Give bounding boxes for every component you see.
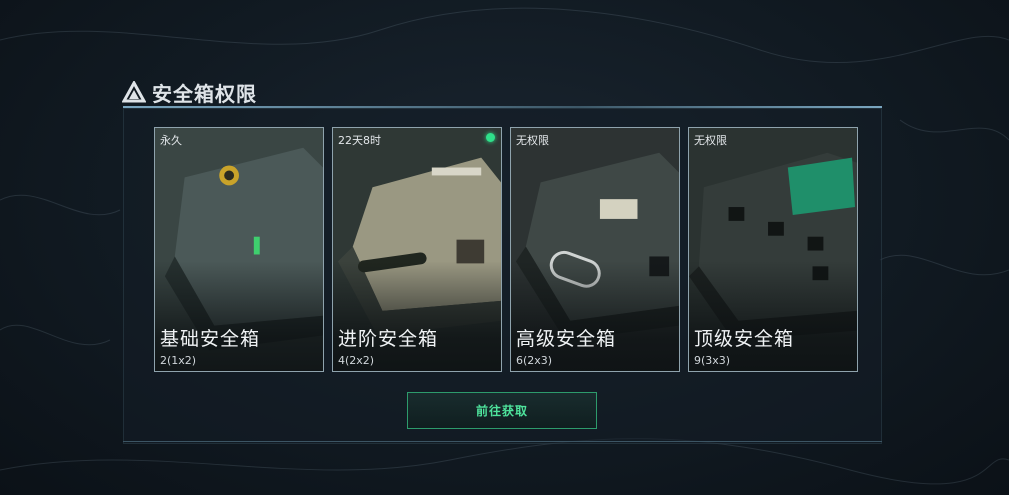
active-indicator-icon [486, 133, 495, 142]
safebox-card-top[interactable]: 无权限 顶级安全箱 9(3x3) [688, 127, 858, 372]
card-status: 无权限 [516, 134, 549, 147]
card-capacity: 9(3x3) [694, 354, 731, 367]
card-capacity: 4(2x2) [338, 354, 375, 367]
card-title: 顶级安全箱 [694, 328, 795, 350]
safebox-card-basic[interactable]: 永久 基础安全箱 2(1x2) [154, 127, 324, 372]
card-title: 进阶安全箱 [338, 328, 439, 350]
go-obtain-button[interactable]: 前往获取 [407, 392, 597, 429]
safebox-card-advanced[interactable]: 22天8时 进阶安全箱 4(2x2) [332, 127, 502, 372]
panel-bottom-divider [123, 441, 882, 442]
card-capacity: 6(2x3) [516, 354, 553, 367]
card-title: 基础安全箱 [160, 328, 261, 350]
safebox-card-premium[interactable]: 无权限 高级安全箱 6(2x3) [510, 127, 680, 372]
card-status: 无权限 [694, 134, 727, 147]
page-title: 安全箱权限 [152, 81, 257, 106]
card-title: 高级安全箱 [516, 328, 617, 350]
warning-triangle-icon [122, 81, 146, 103]
card-capacity: 2(1x2) [160, 354, 197, 367]
card-status: 22天8时 [338, 134, 381, 147]
panel-top-divider [123, 106, 882, 108]
panel-header: 安全箱权限 [122, 78, 257, 106]
card-status: 永久 [160, 134, 182, 147]
